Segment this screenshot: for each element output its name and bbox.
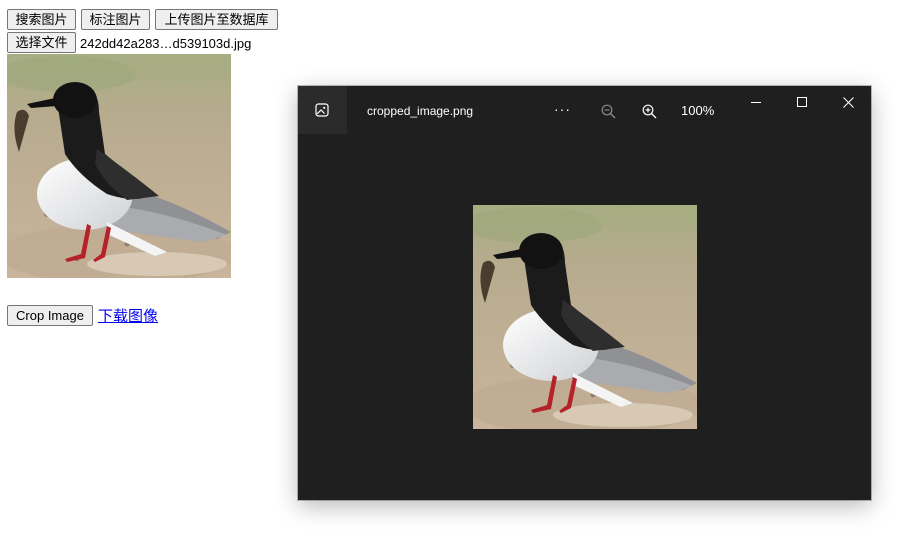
selected-filename: 242dd42a283…d539103d.jpg	[80, 36, 252, 51]
close-button[interactable]	[825, 86, 871, 118]
maximize-button[interactable]	[779, 86, 825, 118]
viewer-titlebar: cropped_image.png ··· 100%	[298, 86, 871, 134]
image-viewer-window: cropped_image.png ··· 100%	[298, 86, 871, 500]
search-image-button[interactable]: 搜索图片	[7, 9, 76, 30]
cropped-image	[473, 205, 697, 429]
close-icon	[843, 97, 854, 108]
minimize-button[interactable]	[733, 86, 779, 118]
minimize-icon	[751, 102, 761, 103]
more-options-icon[interactable]: ···	[554, 101, 571, 117]
source-image	[7, 54, 231, 278]
zoom-level[interactable]: 100%	[681, 103, 714, 118]
crop-image-button[interactable]: Crop Image	[7, 305, 93, 326]
viewer-title: cropped_image.png	[367, 104, 474, 118]
zoom-out-icon[interactable]	[601, 104, 616, 119]
annotate-image-button[interactable]: 标注图片	[81, 9, 150, 30]
download-image-link[interactable]: 下载图像	[98, 305, 158, 326]
choose-file-button[interactable]: 选择文件	[7, 32, 76, 53]
maximize-icon	[797, 97, 807, 107]
upload-to-database-button[interactable]: 上传图片至数据库	[155, 9, 278, 30]
zoom-in-icon[interactable]	[642, 104, 657, 119]
image-app-icon[interactable]	[298, 86, 347, 134]
